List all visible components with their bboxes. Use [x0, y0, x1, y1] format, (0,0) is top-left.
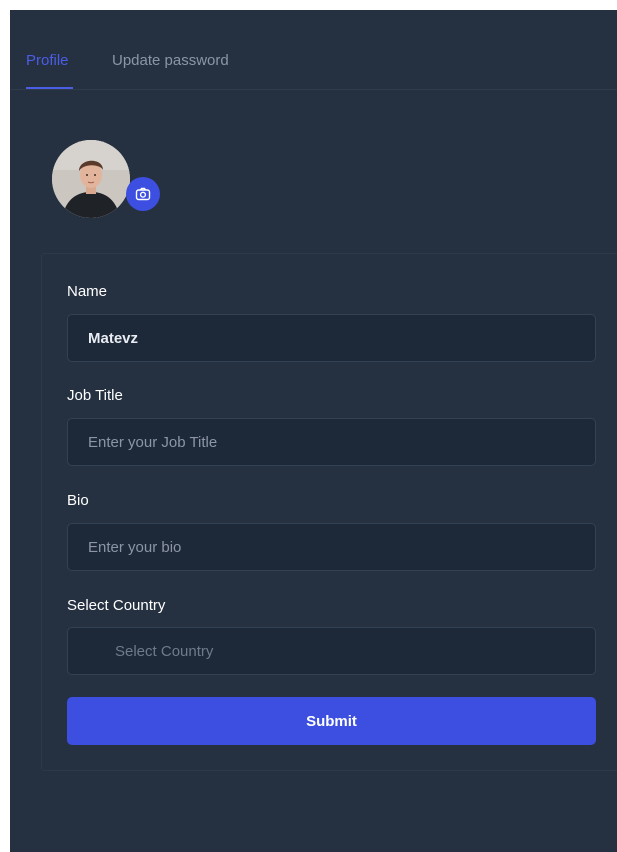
name-field[interactable]: [67, 314, 596, 362]
bio-field[interactable]: [67, 523, 596, 571]
user-photo: [52, 140, 130, 218]
country-select[interactable]: Select Country: [67, 627, 596, 675]
active-tab-indicator: [26, 87, 73, 89]
profile-settings-panel: Profile Update password Name Matevz Job …: [10, 10, 617, 852]
name-label: Name: [67, 283, 108, 300]
settings-tabs: Profile Update password: [10, 10, 617, 90]
submit-button[interactable]: Submit: [67, 697, 596, 745]
camera-icon: [135, 187, 151, 201]
change-avatar-button[interactable]: [126, 177, 160, 211]
job-title-label: Job Title: [67, 387, 123, 404]
tab-update-password[interactable]: Update password: [112, 51, 229, 71]
tab-profile[interactable]: Profile: [26, 51, 69, 71]
job-title-field[interactable]: [67, 418, 596, 466]
avatar: [52, 140, 130, 218]
country-label: Select Country: [67, 597, 166, 614]
country-select-placeholder: Select Country: [115, 643, 214, 660]
bio-label: Bio: [67, 492, 89, 509]
